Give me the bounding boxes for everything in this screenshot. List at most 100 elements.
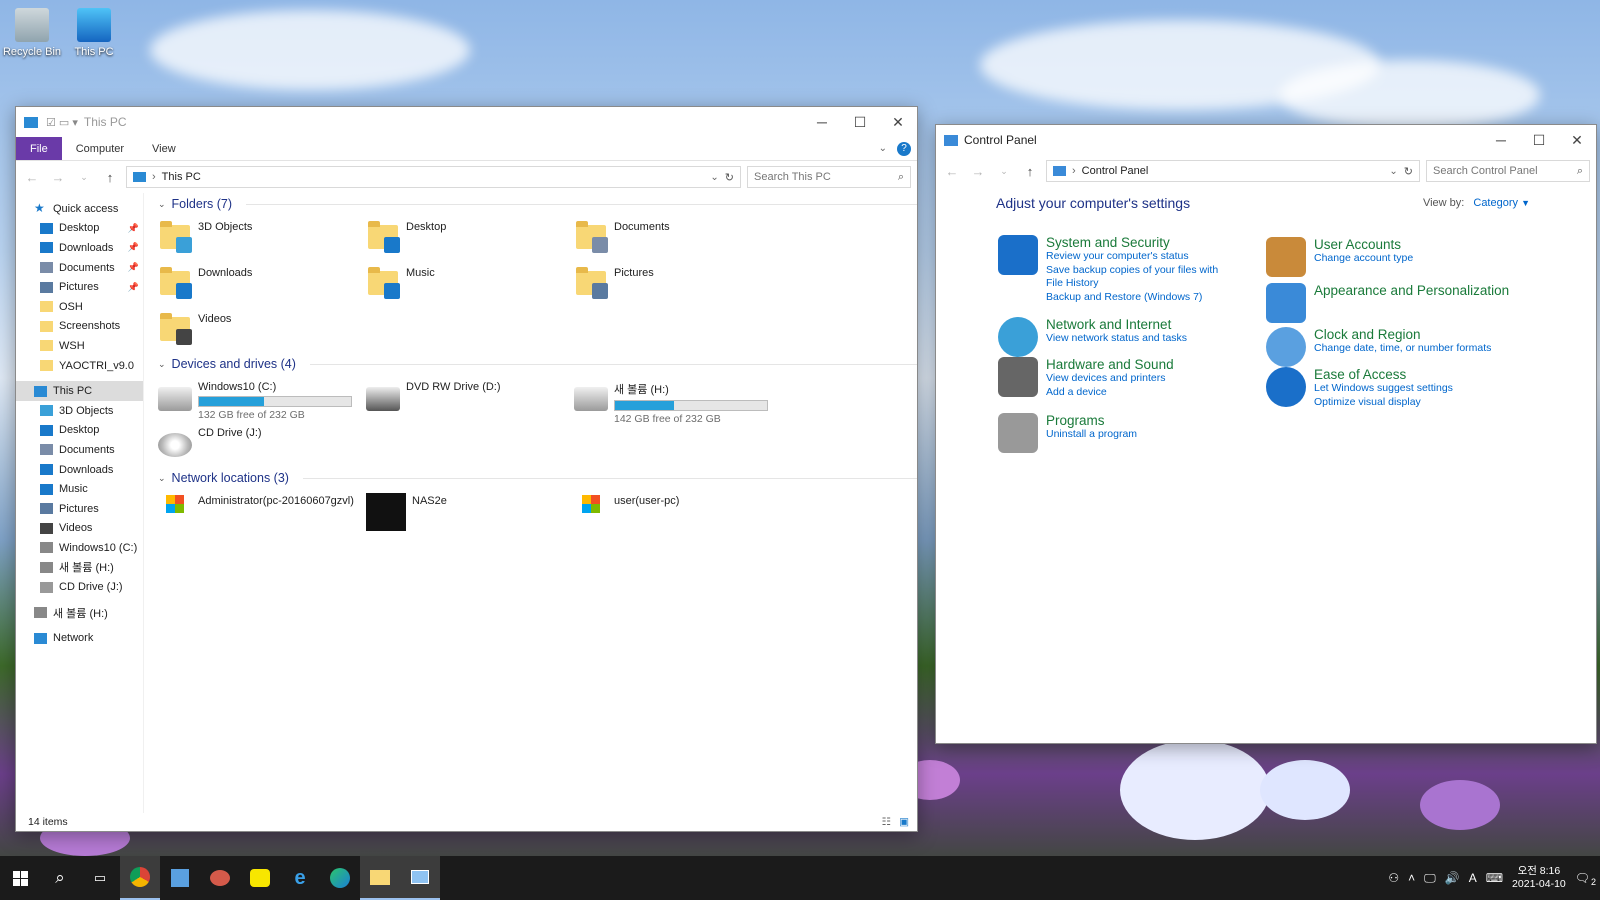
- minimize-button[interactable]: ─: [1482, 125, 1520, 155]
- tab-view[interactable]: View: [138, 137, 190, 160]
- sidebar-item[interactable]: YAOCTRI_v9.0: [16, 356, 143, 376]
- sidebar-item[interactable]: 새 볼륨 (H:): [16, 558, 143, 578]
- taskbar-internet-explorer[interactable]: e: [280, 856, 320, 900]
- sidebar-item[interactable]: 새 볼륨 (H:): [16, 603, 143, 623]
- sidebar-item[interactable]: Windows10 (C:): [16, 538, 143, 558]
- sidebar-item[interactable]: OSH: [16, 297, 143, 317]
- sidebar-item[interactable]: Pictures 📌: [16, 277, 143, 297]
- taskbar-edge[interactable]: [320, 856, 360, 900]
- address-bar[interactable]: › This PC ⌄ ↻: [126, 166, 741, 188]
- users-icon[interactable]: [1266, 237, 1306, 277]
- sidebar-item[interactable]: Downloads 📌: [16, 238, 143, 258]
- shield-icon[interactable]: [998, 235, 1038, 275]
- ease-of-access-icon[interactable]: [1266, 367, 1306, 407]
- sidebar-item[interactable]: Music: [16, 479, 143, 499]
- maximize-button[interactable]: ☐: [1520, 125, 1558, 155]
- close-button[interactable]: ✕: [879, 107, 917, 137]
- recent-locations-button[interactable]: ⌄: [994, 166, 1014, 177]
- taskbar-control-panel[interactable]: [400, 856, 440, 900]
- up-button[interactable]: ↑: [1020, 164, 1040, 179]
- taskbar-kakaotalk[interactable]: [240, 856, 280, 900]
- task-link[interactable]: View network status and tasks: [1046, 332, 1187, 346]
- volume-icon[interactable]: 🔊: [1445, 871, 1460, 885]
- task-link[interactable]: Change date, time, or number formats: [1314, 342, 1491, 356]
- sidebar-item[interactable]: Downloads: [16, 460, 143, 480]
- folder-tile[interactable]: Desktop: [366, 215, 574, 261]
- task-link[interactable]: Let Windows suggest settings: [1314, 382, 1453, 396]
- chevron-down-icon[interactable]: ⌄: [879, 143, 887, 154]
- taskbar-file-explorer[interactable]: [360, 856, 400, 900]
- programs-icon[interactable]: [998, 413, 1038, 453]
- task-link[interactable]: Add a device: [1046, 386, 1174, 400]
- category-title-link[interactable]: Hardware and Sound: [1046, 357, 1174, 372]
- sidebar-item[interactable]: Network: [16, 628, 143, 648]
- breadcrumb[interactable]: This PC: [162, 171, 201, 183]
- sidebar-item[interactable]: ★ Quick access: [16, 199, 143, 219]
- large-icons-view-icon[interactable]: ▣: [899, 816, 909, 828]
- refresh-icon[interactable]: ↻: [725, 171, 734, 184]
- keyboard-icon[interactable]: ⌨: [1486, 871, 1503, 885]
- network-globe-icon[interactable]: [998, 317, 1038, 357]
- task-link[interactable]: Optimize visual display: [1314, 396, 1453, 410]
- sidebar-item[interactable]: Desktop 📌: [16, 219, 143, 239]
- task-view-button[interactable]: ▭: [80, 856, 120, 900]
- taskbar-app[interactable]: [200, 856, 240, 900]
- forward-button[interactable]: →: [968, 164, 988, 179]
- folder-tile[interactable]: Music: [366, 261, 574, 307]
- category-title-link[interactable]: Programs: [1046, 413, 1137, 428]
- task-link[interactable]: Uninstall a program: [1046, 428, 1137, 442]
- folder-tile[interactable]: Downloads: [158, 261, 366, 307]
- quick-access-toolbar[interactable]: ☑ ▭ ▾: [46, 116, 78, 129]
- folder-tile[interactable]: Pictures: [574, 261, 782, 307]
- close-button[interactable]: ✕: [1558, 125, 1596, 155]
- search-input[interactable]: Search Control Panel ⌕: [1426, 160, 1590, 182]
- sidebar-item[interactable]: Pictures: [16, 499, 143, 519]
- sidebar-item[interactable]: Desktop: [16, 421, 143, 441]
- start-button[interactable]: [0, 856, 40, 900]
- up-button[interactable]: ↑: [100, 170, 120, 185]
- back-button[interactable]: ←: [22, 170, 42, 185]
- back-button[interactable]: ←: [942, 164, 962, 179]
- help-icon[interactable]: ?: [897, 141, 911, 156]
- chevron-down-icon[interactable]: ⌄: [710, 172, 718, 183]
- folder-tile[interactable]: Documents: [574, 215, 782, 261]
- taskbar-chrome[interactable]: [120, 856, 160, 900]
- category-title-link[interactable]: System and Security: [1046, 235, 1236, 250]
- drive-tile[interactable]: DVD RW Drive (D:): [366, 375, 574, 421]
- category-title-link[interactable]: Appearance and Personalization: [1314, 283, 1509, 298]
- clock-globe-icon[interactable]: [1266, 327, 1306, 367]
- details-view-icon[interactable]: ☷: [882, 816, 891, 828]
- minimize-button[interactable]: ─: [803, 107, 841, 137]
- task-link[interactable]: Review your computer's status: [1046, 250, 1236, 264]
- group-header-drives[interactable]: ⌄ Devices and drives (4): [158, 353, 917, 375]
- chevron-down-icon[interactable]: ⌄: [1389, 166, 1397, 177]
- sidebar-item[interactable]: CD Drive (J:): [16, 577, 143, 597]
- ime-indicator[interactable]: A: [1469, 871, 1477, 885]
- view-by-dropdown[interactable]: Category: [1473, 197, 1518, 209]
- search-button[interactable]: ⌕: [40, 856, 80, 900]
- forward-button[interactable]: →: [48, 170, 68, 185]
- desktop-icon-this-pc[interactable]: This PC: [62, 8, 126, 58]
- show-hidden-icons-icon[interactable]: ˄: [1408, 871, 1415, 885]
- category-title-link[interactable]: Network and Internet: [1046, 317, 1187, 332]
- notifications-icon[interactable]: 🗨 2: [1575, 871, 1596, 887]
- drive-tile[interactable]: CD Drive (J:): [158, 421, 366, 467]
- category-title-link[interactable]: Clock and Region: [1314, 327, 1491, 342]
- task-link[interactable]: Backup and Restore (Windows 7): [1046, 291, 1236, 305]
- sidebar-item[interactable]: Documents: [16, 440, 143, 460]
- taskbar-app[interactable]: [160, 856, 200, 900]
- network-location-tile[interactable]: Administrator(pc-20160607gzvl): [158, 489, 366, 535]
- folder-tile[interactable]: 3D Objects: [158, 215, 366, 261]
- category-title-link[interactable]: Ease of Access: [1314, 367, 1453, 382]
- drive-tile[interactable]: Windows10 (C:) 132 GB free of 232 GB: [158, 375, 366, 421]
- maximize-button[interactable]: ☐: [841, 107, 879, 137]
- folder-tile[interactable]: Videos: [158, 307, 366, 353]
- address-bar[interactable]: › Control Panel ⌄ ↻: [1046, 160, 1420, 182]
- task-link[interactable]: View devices and printers: [1046, 372, 1174, 386]
- network-location-tile[interactable]: NAS2e: [366, 489, 574, 535]
- task-link[interactable]: Change account type: [1314, 252, 1413, 266]
- desktop-icon-recycle-bin[interactable]: Recycle Bin: [0, 8, 64, 58]
- tab-file[interactable]: File: [16, 137, 62, 160]
- clock[interactable]: 오전 8:16 2021-04-10: [1512, 865, 1566, 891]
- task-link[interactable]: Save backup copies of your files with Fi…: [1046, 264, 1236, 291]
